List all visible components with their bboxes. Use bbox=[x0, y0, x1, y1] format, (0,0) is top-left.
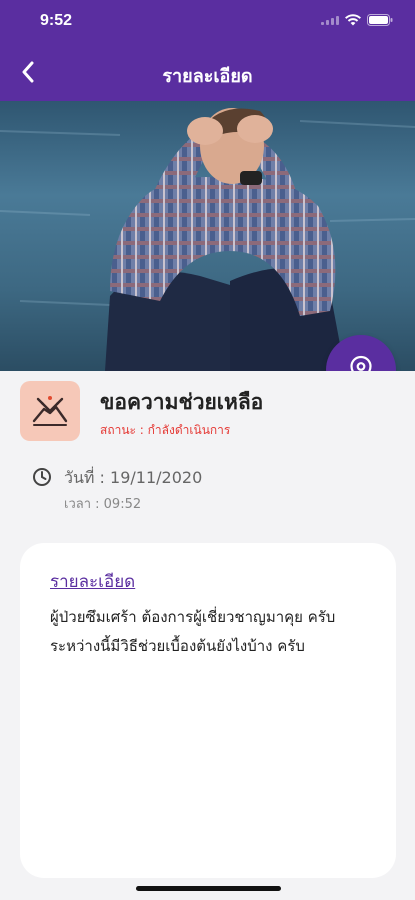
status-icons bbox=[321, 14, 393, 26]
wifi-icon bbox=[345, 14, 361, 26]
request-title: ขอความช่วยเหลือ bbox=[100, 390, 264, 414]
status-time: 9:52 bbox=[40, 12, 73, 29]
signal-icon bbox=[321, 15, 339, 25]
request-time: เวลา : 09:52 bbox=[64, 497, 142, 512]
home-indicator[interactable] bbox=[136, 886, 281, 891]
navbar: รายละเอียด bbox=[0, 44, 415, 101]
request-date: วันที่ : 19/11/2020 bbox=[64, 468, 203, 487]
clock-icon bbox=[33, 468, 51, 486]
detail-heading: รายละเอียด bbox=[50, 572, 136, 592]
status-badge: สถานะ : กำลังดำเนินการ bbox=[100, 423, 231, 437]
hero-image bbox=[0, 101, 415, 371]
category-tile bbox=[20, 381, 80, 441]
photo-illustration bbox=[0, 108, 415, 371]
detail-card: รายละเอียด ผู้ป่วยซึมเศร้า ต้องการผู้เชี… bbox=[20, 543, 396, 878]
detail-body: ผู้ป่วยซึมเศร้า ต้องการผู้เชี่ยวชาญมาคุย… bbox=[50, 608, 336, 655]
app-header: 9:52 รายละเอียด bbox=[0, 0, 415, 101]
page-title: รายละเอียด bbox=[162, 66, 253, 87]
status-bar: 9:52 bbox=[0, 0, 415, 44]
handshake-icon bbox=[32, 396, 68, 426]
request-info: ขอความช่วยเหลือ สถานะ : กำลังดำเนินการ ว… bbox=[0, 371, 415, 541]
battery-icon bbox=[367, 14, 393, 26]
